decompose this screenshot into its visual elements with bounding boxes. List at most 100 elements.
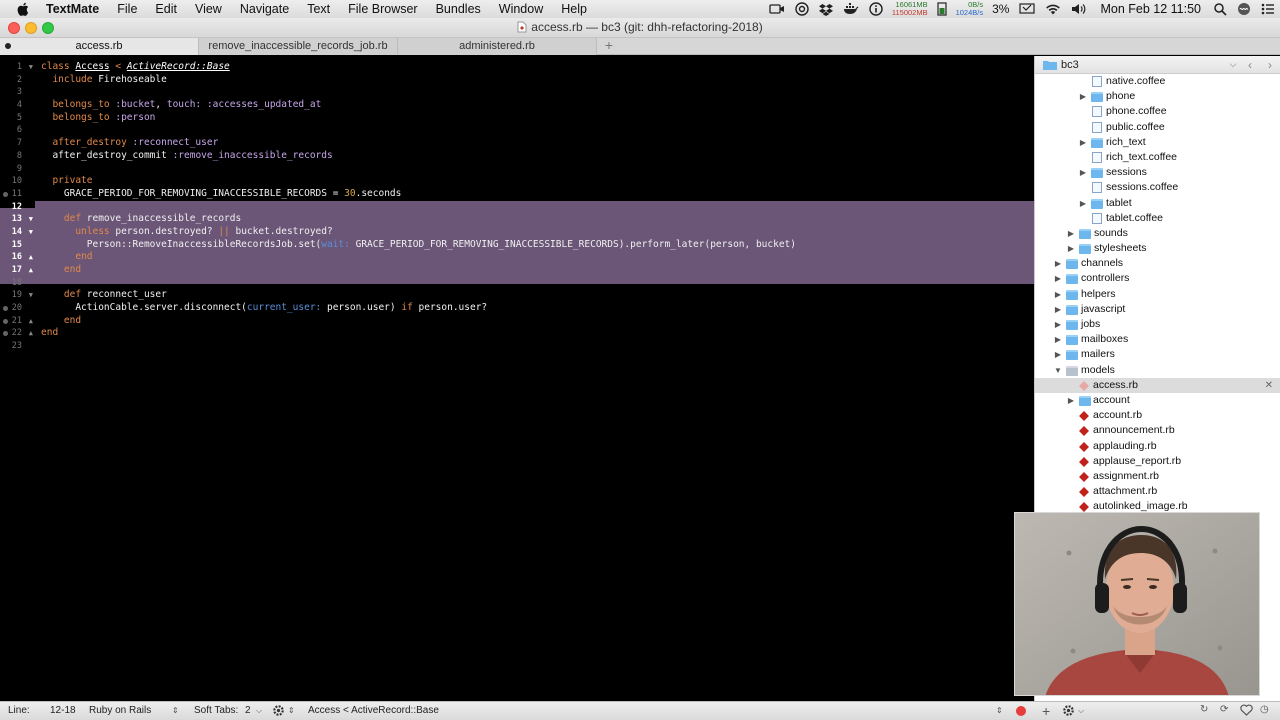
soft-tabs-label[interactable]: Soft Tabs: (194, 705, 238, 716)
file-item[interactable]: assignment.rb (1035, 469, 1280, 484)
folder-item[interactable]: ▶ sessions (1035, 165, 1280, 180)
soft-tabs-value[interactable]: 2 (245, 705, 251, 716)
info-icon[interactable] (864, 0, 888, 18)
file-item[interactable]: tablet.coffee (1035, 211, 1280, 226)
disclosure-right-icon[interactable]: ▶ (1078, 196, 1088, 211)
file-item[interactable]: phone.coffee (1035, 104, 1280, 119)
scm-status-icon[interactable]: ◷ (1260, 704, 1269, 715)
file-item[interactable]: applause_report.rb (1035, 454, 1280, 469)
folder-item[interactable]: ▶ jobs (1035, 317, 1280, 332)
folder-item[interactable]: ▶ controllers (1035, 271, 1280, 286)
symbol-stepper-icon[interactable]: ⇕ (996, 706, 1003, 715)
forward-arrow-icon[interactable]: › (1260, 58, 1280, 72)
file-item[interactable]: applauding.rb (1035, 439, 1280, 454)
chevron-down-icon[interactable]: ⌵ (1078, 706, 1084, 716)
folder-item[interactable]: ▶ rich_text (1035, 135, 1280, 150)
menu-text[interactable]: Text (298, 0, 339, 18)
code-text[interactable]: class Access < ActiveRecord::Base includ… (35, 61, 1034, 353)
siri-icon[interactable] (1232, 0, 1256, 18)
menu-file[interactable]: File (108, 0, 146, 18)
battery-percent[interactable]: 3% (987, 0, 1014, 18)
disclosure-right-icon[interactable]: ▶ (1053, 332, 1063, 347)
disclosure-right-icon[interactable]: ▶ (1078, 89, 1088, 104)
file-item[interactable]: public.coffee (1035, 120, 1280, 135)
file-item[interactable]: announcement.rb (1035, 423, 1280, 438)
folder-item[interactable]: ▶ mailers (1035, 347, 1280, 362)
disclosure-right-icon[interactable]: ▶ (1053, 317, 1063, 332)
folder-item[interactable]: ▶ mailboxes (1035, 332, 1280, 347)
gear-menu-stepper-icon[interactable]: ⇕ (288, 706, 295, 715)
docker-icon[interactable] (838, 0, 864, 18)
volume-icon[interactable] (1066, 0, 1092, 18)
menu-edit[interactable]: Edit (146, 0, 186, 18)
back-arrow-icon[interactable]: ‹ (1240, 58, 1260, 72)
menu-clock[interactable]: Mon Feb 12 11:50 (1092, 2, 1209, 16)
disk-icon[interactable] (932, 0, 952, 18)
folder-item[interactable]: ▶ helpers (1035, 287, 1280, 302)
folder-item[interactable]: ▶ account (1035, 393, 1280, 408)
file-item[interactable]: rich_text.coffee (1035, 150, 1280, 165)
menu-help[interactable]: Help (552, 0, 596, 18)
new-tab-button[interactable]: + (597, 38, 621, 54)
network-meter[interactable]: 0B/s 1024B/s (952, 1, 988, 17)
menu-file-browser[interactable]: File Browser (339, 0, 426, 18)
grammar-stepper-icon[interactable]: ⇕ (172, 706, 179, 715)
disclosure-right-icon[interactable]: ▶ (1078, 165, 1088, 180)
chevron-down-icon[interactable]: ⌵ (1226, 59, 1240, 70)
apple-icon[interactable] (16, 2, 30, 16)
menu-window[interactable]: Window (490, 0, 552, 18)
disclosure-right-icon[interactable]: ▶ (1066, 226, 1076, 241)
add-icon[interactable]: + (1042, 703, 1050, 719)
disclosure-right-icon[interactable]: ▶ (1066, 393, 1076, 408)
file-item[interactable]: account.rb (1035, 408, 1280, 423)
grammar-select[interactable]: Ruby on Rails (89, 705, 151, 716)
folder-item[interactable]: ▶ javascript (1035, 302, 1280, 317)
display-icon[interactable] (1014, 0, 1040, 18)
file-item-selected[interactable]: access.rb ✕ (1035, 377, 1280, 393)
close-icon[interactable]: ✕ (1265, 378, 1273, 393)
gear-icon[interactable] (272, 704, 285, 720)
file-browser-gear-icon[interactable] (1062, 704, 1075, 720)
dropbox-icon[interactable] (814, 0, 838, 18)
tab-administered-rb[interactable]: administered.rb (398, 38, 597, 55)
file-tree[interactable]: native.coffee ▶ phone phone.coffee public… (1035, 74, 1280, 514)
reload-icon[interactable]: ↻ (1200, 704, 1208, 715)
tab-remove-inaccessible-records-job-rb[interactable]: remove_inaccessible_records_job.rb (199, 38, 398, 55)
disclosure-right-icon[interactable]: ▶ (1066, 241, 1076, 256)
notification-center-icon[interactable] (1256, 0, 1280, 18)
code-editor[interactable]: 1 ▼ 2 3 4 5 6 7 8 9 10 11 12 13 ▼ 14 ▼ 15 1… (0, 56, 1034, 701)
folder-item[interactable]: ▶ tablet (1035, 196, 1280, 211)
favorites-icon[interactable] (1240, 704, 1253, 719)
menu-app-name[interactable]: TextMate (40, 0, 108, 18)
tab-access-rb[interactable]: access.rb (0, 38, 199, 55)
macro-record-button[interactable] (1016, 706, 1026, 716)
disclosure-right-icon[interactable]: ▶ (1078, 135, 1088, 150)
disclosure-right-icon[interactable]: ▶ (1053, 271, 1063, 286)
refresh-icon[interactable]: ⟳ (1220, 704, 1228, 715)
memory-meter[interactable]: 16061MB 115002MB (888, 1, 932, 17)
disclosure-down-icon[interactable]: ▼ (1053, 363, 1063, 378)
symbol-selector[interactable]: Access < ActiveRecord::Base (308, 705, 439, 716)
file-item[interactable]: sessions.coffee (1035, 180, 1280, 195)
folder-item[interactable]: ▶ sounds (1035, 226, 1280, 241)
disclosure-right-icon[interactable]: ▶ (1053, 347, 1063, 362)
screen-record-icon[interactable] (764, 0, 790, 18)
line-number-gutter[interactable]: 1 ▼ 2 3 4 5 6 7 8 9 10 11 12 13 ▼ 14 ▼ 15 1… (0, 61, 35, 353)
disclosure-right-icon[interactable]: ▶ (1053, 256, 1063, 271)
wifi-icon[interactable] (1040, 0, 1066, 18)
folder-item[interactable]: ▶ channels (1035, 256, 1280, 271)
creative-cloud-icon[interactable] (790, 0, 814, 18)
project-name[interactable]: bc3 (1061, 59, 1226, 71)
spotlight-search-icon[interactable] (1209, 0, 1232, 18)
line-value[interactable]: 12-18 (50, 705, 76, 716)
folder-item[interactable]: ▶ stylesheets (1035, 241, 1280, 256)
menu-view[interactable]: View (186, 0, 231, 18)
chevron-down-icon[interactable]: ⌵ (256, 706, 262, 716)
menu-bundles[interactable]: Bundles (427, 0, 490, 18)
file-item[interactable]: attachment.rb (1035, 484, 1280, 499)
disclosure-right-icon[interactable]: ▶ (1053, 287, 1063, 302)
menu-navigate[interactable]: Navigate (231, 0, 298, 18)
folder-item-expanded[interactable]: ▼ models (1035, 363, 1280, 378)
folder-item[interactable]: ▶ phone (1035, 89, 1280, 104)
disclosure-right-icon[interactable]: ▶ (1053, 302, 1063, 317)
